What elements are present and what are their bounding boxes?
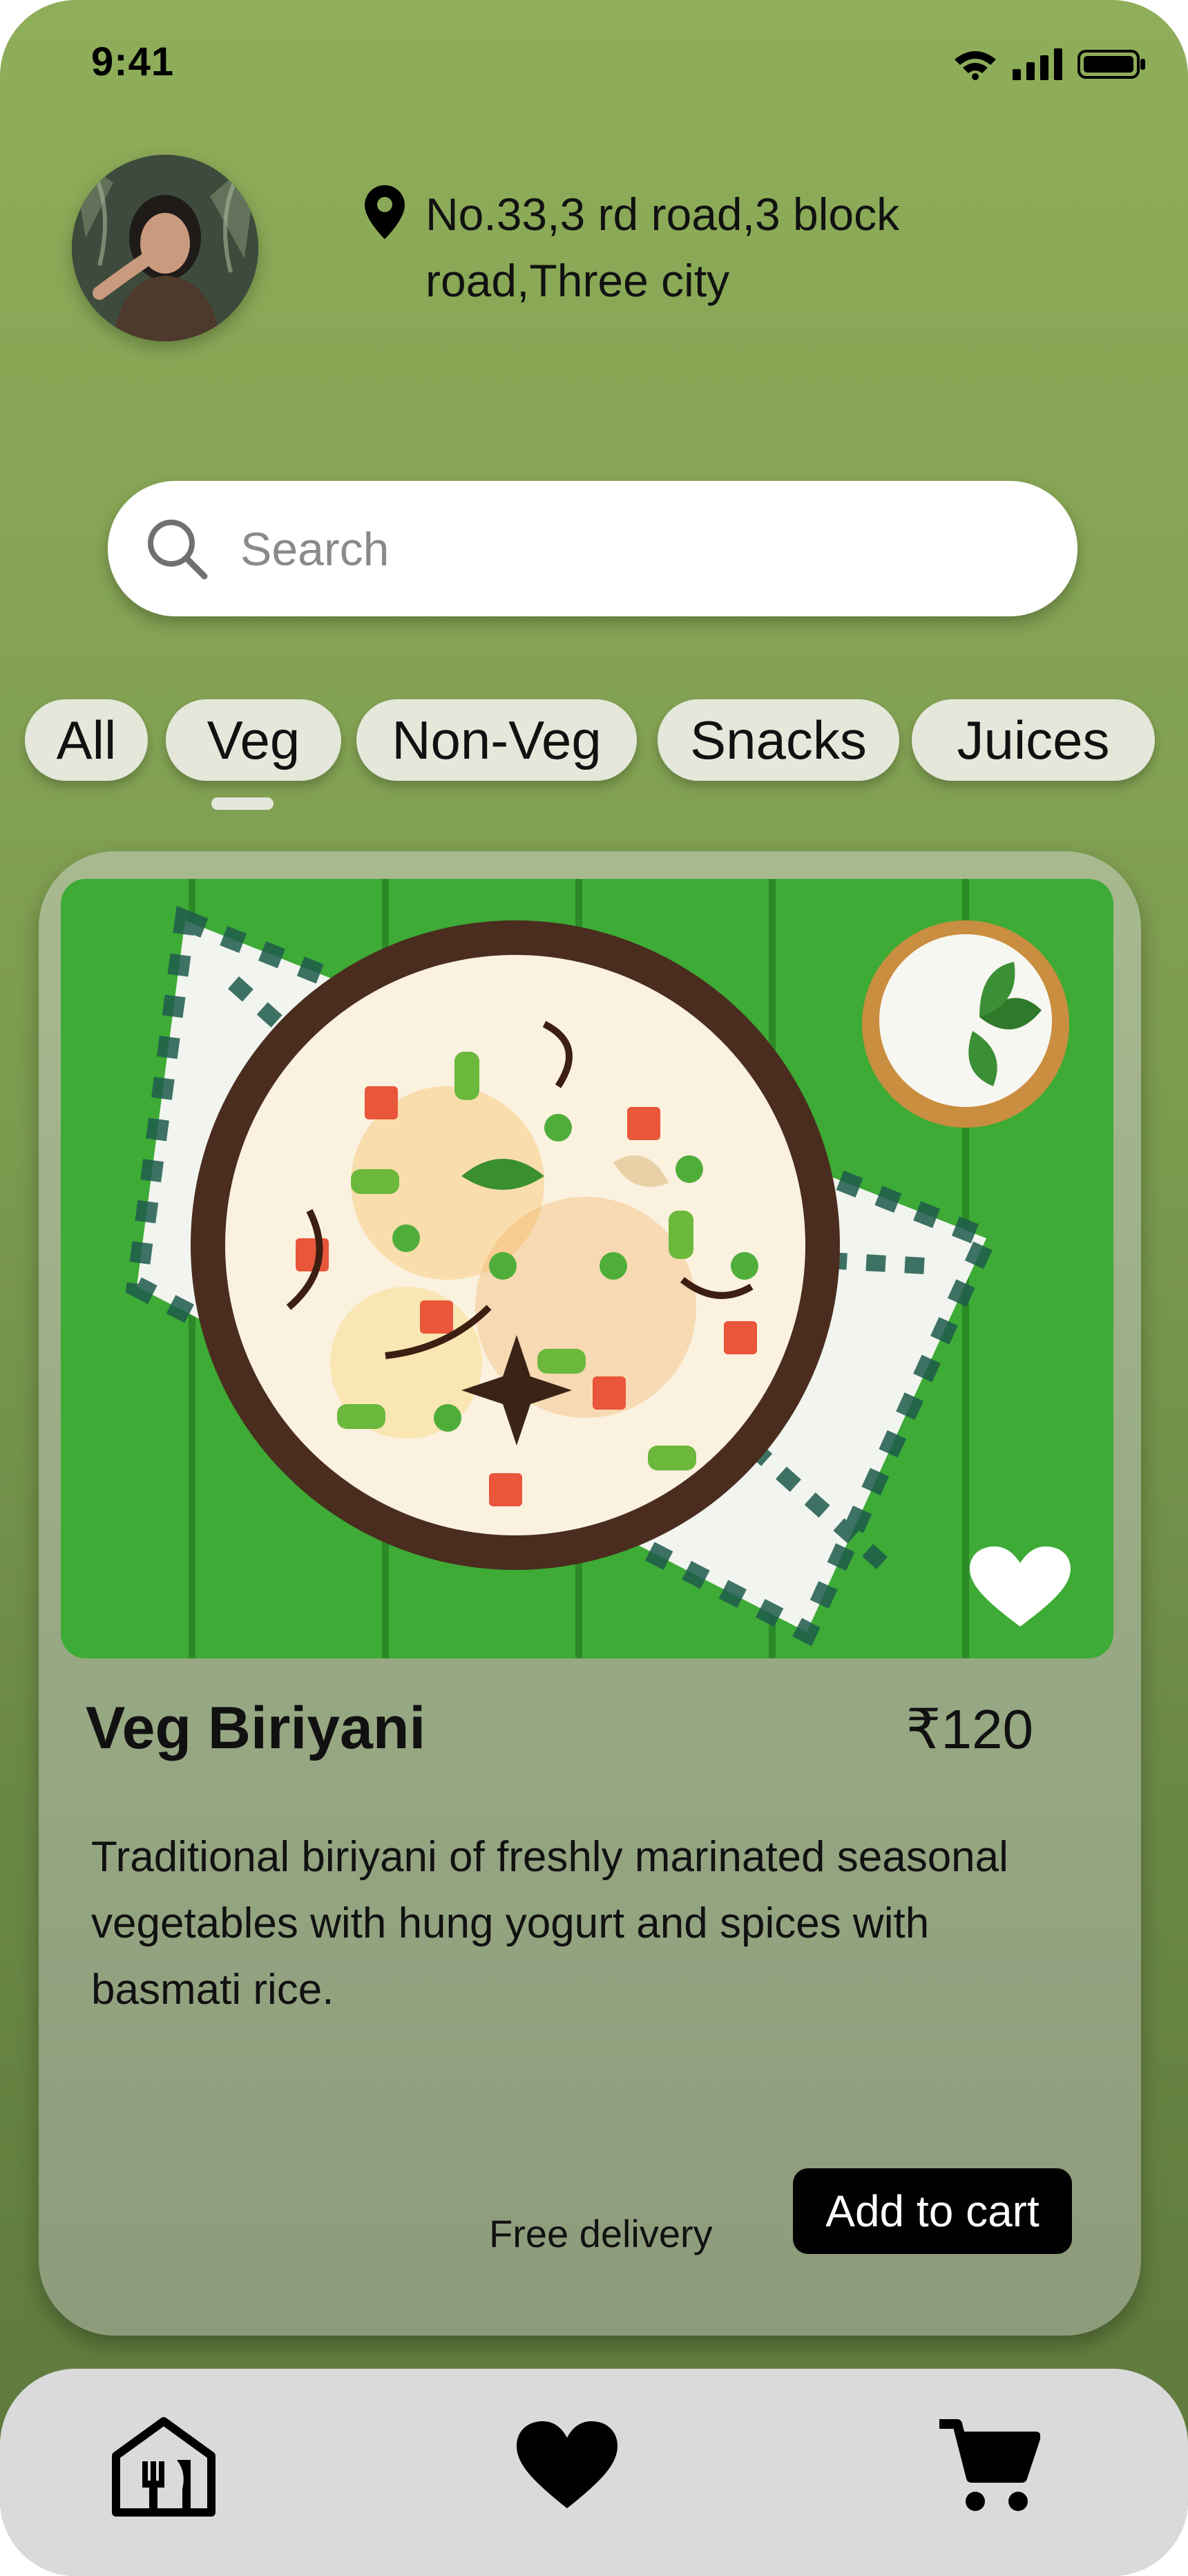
search-bar[interactable] xyxy=(108,481,1077,616)
battery-icon xyxy=(1077,50,1145,79)
food-name: Veg Biriyani xyxy=(86,1695,426,1761)
search-icon xyxy=(148,520,208,580)
search-input[interactable] xyxy=(239,507,1036,591)
wifi-icon xyxy=(955,51,996,80)
add-to-cart-button[interactable]: Add to cart xyxy=(793,2168,1072,2254)
category-chip-juices[interactable]: Juices xyxy=(912,699,1155,781)
status-time: 9:41 xyxy=(91,39,175,84)
phone-screen: 9:41 No.33,3 rd road,3 block road,Three … xyxy=(0,0,1188,2576)
delivery-info: Free delivery xyxy=(489,2212,713,2255)
delivery-location[interactable]: No.33,3 rd road,3 block road,Three city xyxy=(365,181,986,314)
nav-favorites[interactable] xyxy=(515,2420,619,2513)
category-label: All xyxy=(56,709,117,770)
nav-home[interactable] xyxy=(111,2417,217,2520)
category-label: Snacks xyxy=(690,709,867,770)
favorite-heart-icon[interactable] xyxy=(968,1545,1072,1628)
location-pin-icon xyxy=(365,185,405,239)
category-label: Veg xyxy=(207,709,300,770)
address-text: No.33,3 rd road,3 block road,Three city xyxy=(425,181,986,314)
address-line-2: road,Three city xyxy=(425,255,730,306)
category-tabs: All Veg Non-Veg Snacks Juices xyxy=(0,699,1188,810)
category-label: Non-Veg xyxy=(392,709,602,770)
status-bar: 9:41 xyxy=(0,0,1188,131)
food-description: Traditional biriyani of freshly marinate… xyxy=(91,1833,1008,2014)
address-line-1: No.33,3 rd road,3 block xyxy=(425,189,900,240)
heart-icon xyxy=(517,2421,617,2508)
signal-icon xyxy=(1013,48,1062,80)
food-price: ₹120 xyxy=(906,1698,1033,1760)
category-chip-veg[interactable]: Veg xyxy=(166,699,341,781)
nav-cart[interactable] xyxy=(937,2417,1041,2520)
profile-photo xyxy=(72,155,258,341)
category-chip-all[interactable]: All xyxy=(25,699,148,781)
avatar[interactable] xyxy=(72,155,258,341)
restaurant-home-icon xyxy=(112,2417,215,2517)
status-icons xyxy=(953,48,1147,80)
biryani-illustration xyxy=(61,879,1113,1658)
food-image xyxy=(61,879,1113,1658)
category-label: Juices xyxy=(957,709,1110,770)
food-card[interactable]: Veg Biriyani ₹120 Traditional biriyani o… xyxy=(39,851,1141,2336)
bottom-navigation xyxy=(0,2369,1188,2576)
category-chip-snacks[interactable]: Snacks xyxy=(658,699,899,781)
cart-icon xyxy=(939,2419,1041,2511)
selected-category-indicator xyxy=(211,797,274,810)
category-chip-non-veg[interactable]: Non-Veg xyxy=(356,699,637,781)
